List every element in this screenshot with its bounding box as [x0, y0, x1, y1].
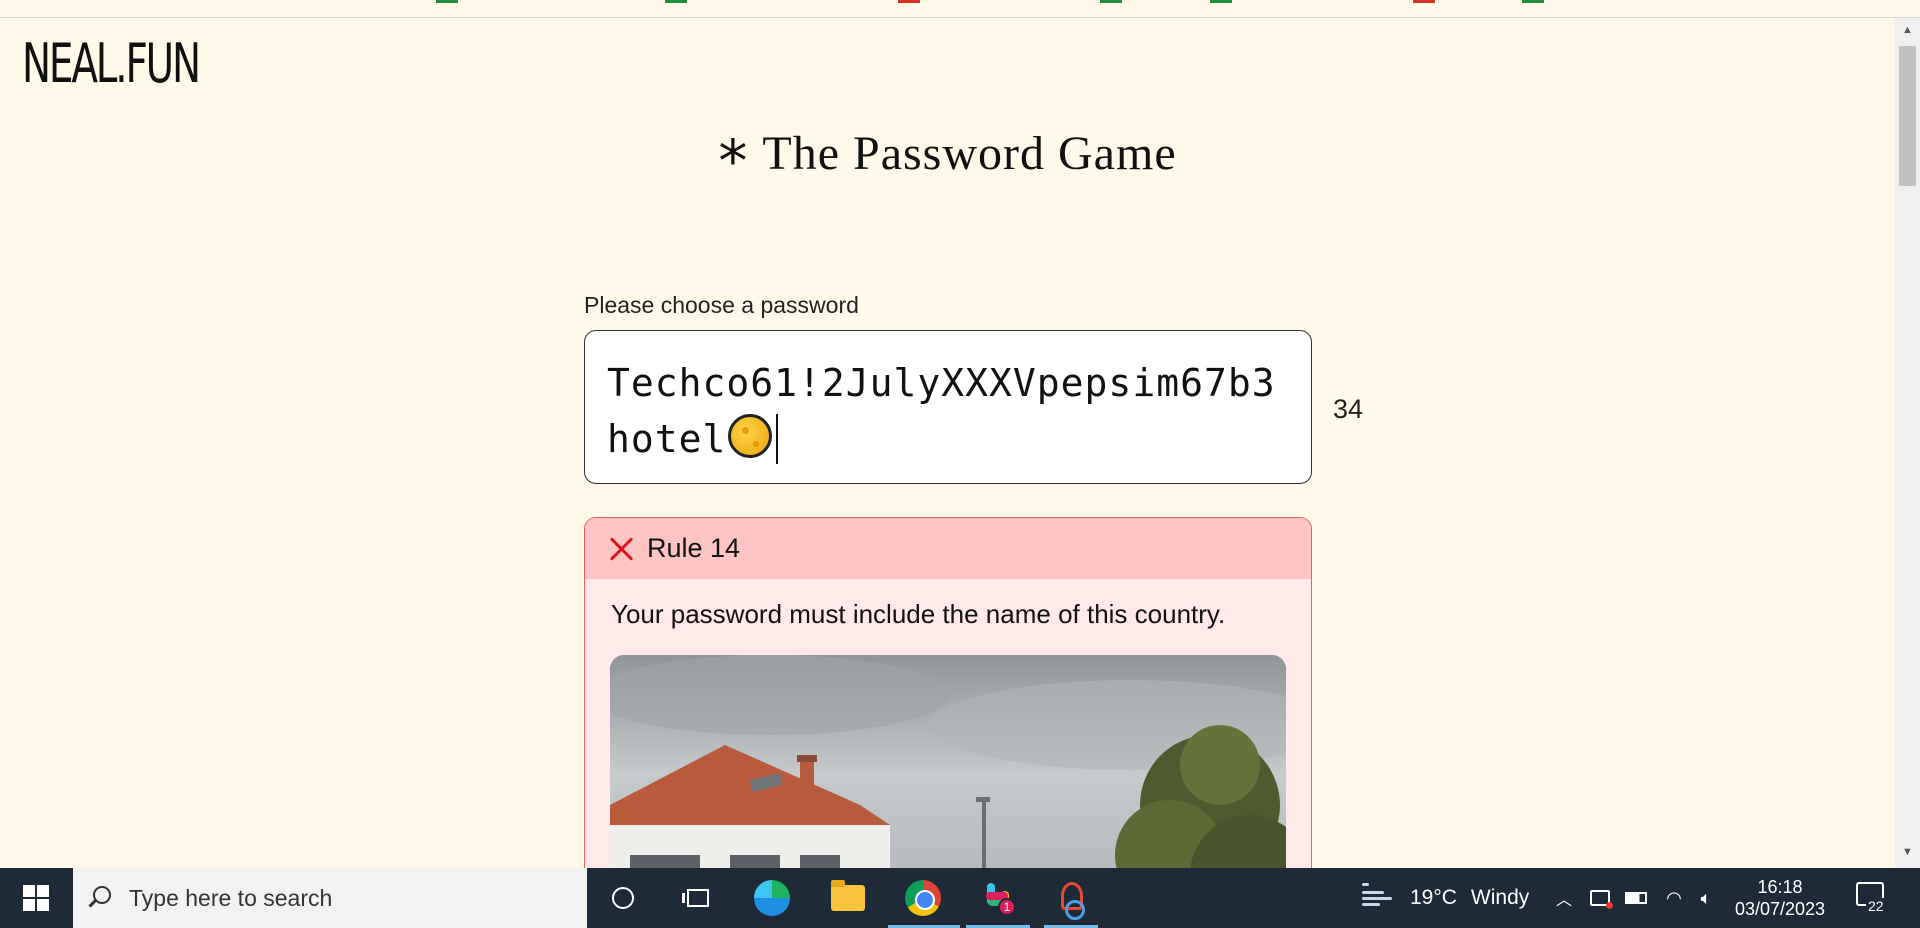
scroll-up-icon[interactable]: ▲ [1902, 24, 1913, 36]
windows-logo-icon [23, 885, 49, 911]
bookmark-marker[interactable] [436, 0, 458, 3]
search-icon [93, 886, 111, 904]
volume-tray-button[interactable]: 🔈︎ [1692, 868, 1720, 928]
edge-app-button[interactable] [752, 878, 792, 918]
cortana-button[interactable] [603, 878, 643, 918]
start-button[interactable] [0, 868, 72, 928]
wifi-icon: ◠ [1666, 887, 1682, 908]
system-clock[interactable]: 16:18 03/07/2023 [1730, 876, 1830, 920]
asterisk-icon: * [718, 127, 749, 195]
scroll-down-icon[interactable]: ▼ [1902, 846, 1913, 858]
windy-weather-icon [1362, 883, 1396, 909]
speaker-icon: 🔈︎ [1700, 887, 1712, 908]
chrome-icon [905, 880, 941, 916]
search-placeholder: Type here to search [129, 884, 333, 911]
password-text[interactable]: Techco61!2JulyXXXVpepsim67b3hotel [607, 355, 1289, 467]
password-label: Please choose a password [584, 292, 859, 318]
rule-card: Rule 14 Your password must include the n… [584, 517, 1312, 928]
clock-time: 16:18 [1757, 877, 1803, 897]
slack-app-button[interactable]: 1 [978, 878, 1018, 918]
chevron-up-icon: ︿ [1555, 892, 1572, 909]
weather-temperature: 19°C [1410, 886, 1457, 909]
battery-icon [1625, 892, 1647, 904]
notification-count-badge: 22 [1866, 898, 1886, 914]
site-logo[interactable]: NEAL.FUN [22, 32, 201, 95]
wifi-tray-button[interactable]: ◠ [1660, 868, 1688, 928]
bookmark-marker[interactable] [665, 0, 687, 3]
rule-header: Rule 14 [585, 518, 1311, 579]
edge-icon [754, 880, 790, 916]
browser-top-strip [0, 0, 1920, 18]
bookmark-marker[interactable] [1210, 0, 1232, 3]
windows-taskbar: Type here to search 1 19°C Windy ︿ ◠ 🔈︎ … [0, 868, 1920, 928]
password-input[interactable]: Techco61!2JulyXXXVpepsim67b3hotel [584, 330, 1312, 484]
password-value: Techco61!2JulyXXXVpepsim67b3hotel [607, 361, 1276, 461]
text-caret [776, 414, 779, 464]
page-header: * The Password Game [0, 124, 1895, 191]
taskbar-search-box[interactable]: Type here to search [73, 868, 587, 928]
fail-x-icon [609, 537, 633, 561]
task-view-icon [682, 889, 709, 907]
snipping-tool-button[interactable] [1051, 878, 1091, 920]
page-title: * The Password Game [718, 124, 1177, 191]
weather-description: Windy [1470, 886, 1530, 909]
task-view-button[interactable] [678, 878, 718, 918]
bookmark-marker[interactable] [1100, 0, 1122, 3]
cortana-icon [612, 887, 634, 909]
clock-date: 03/07/2023 [1734, 899, 1826, 919]
character-count: 34 [1333, 394, 1364, 424]
folder-icon [831, 880, 865, 911]
rule-title: Rule 14 [647, 533, 741, 563]
weather-widget[interactable]: 19°C Windy [1362, 868, 1529, 928]
slack-notification-badge: 1 [998, 898, 1016, 916]
bookmark-marker[interactable] [898, 0, 920, 3]
battery-tray-button[interactable] [1622, 868, 1650, 928]
scrollbar-thumb[interactable] [1899, 46, 1916, 186]
meet-now-icon [1590, 890, 1613, 909]
meet-now-tray-button[interactable] [1586, 868, 1614, 928]
moon-emoji-icon [728, 414, 773, 458]
bookmark-marker[interactable] [1413, 0, 1435, 3]
chrome-app-button[interactable] [903, 878, 943, 918]
page-scrollbar[interactable]: ▲ ▼ [1895, 18, 1920, 868]
page-title-text: The Password Game [762, 126, 1177, 180]
bookmark-marker[interactable] [1522, 0, 1544, 3]
rule-description: Your password must include the name of t… [611, 599, 1226, 629]
file-explorer-button[interactable] [828, 878, 868, 918]
show-hidden-icons-button[interactable]: ︿ [1552, 868, 1576, 928]
snipping-tool-icon [1055, 882, 1087, 920]
